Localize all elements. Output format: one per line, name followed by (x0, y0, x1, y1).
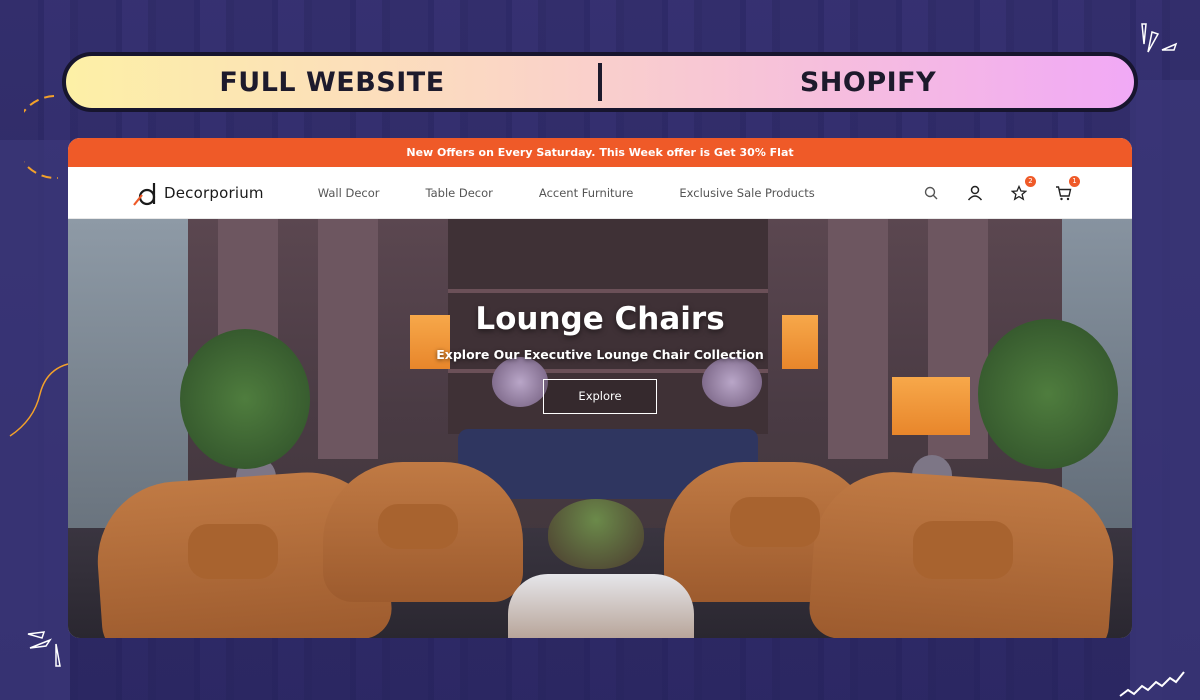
banner-left-label: FULL WEBSITE (219, 66, 445, 98)
website-preview: New Offers on Every Saturday. This Week … (68, 138, 1132, 638)
hero-subtitle: Explore Our Executive Lounge Chair Colle… (436, 347, 764, 362)
hero-banner: Lounge Chairs Explore Our Executive Loun… (68, 219, 1132, 638)
star-icon (1011, 185, 1027, 201)
coffee-table (508, 574, 694, 638)
offer-announcement-bar[interactable]: New Offers on Every Saturday. This Week … (68, 138, 1132, 167)
banner-right-label: SHOPIFY (799, 66, 937, 98)
header-navbar: Decorporium Wall Decor Table Decor Accen… (68, 167, 1132, 219)
curve-line-icon (9, 363, 69, 437)
search-icon (924, 186, 938, 200)
dashed-arc-icon (24, 95, 59, 180)
background-building (1130, 80, 1200, 700)
plant-bowl (548, 499, 644, 569)
explore-button[interactable]: Explore (543, 379, 657, 414)
nav-item-accent-furniture[interactable]: Accent Furniture (539, 186, 633, 200)
brand-logo[interactable]: Decorporium (132, 179, 264, 207)
brand-name: Decorporium (164, 183, 264, 202)
cart-count-badge: 1 (1069, 176, 1080, 187)
cart-button[interactable]: 1 (1054, 176, 1080, 202)
search-button[interactable] (922, 184, 940, 202)
wishlist-button[interactable]: 2 (1010, 176, 1036, 202)
sparkle-icon (27, 631, 61, 667)
chair-cushion (378, 504, 458, 549)
wishlist-count-badge: 2 (1025, 176, 1036, 187)
nav-item-table-decor[interactable]: Table Decor (425, 186, 492, 200)
zigzag-icon (1119, 671, 1185, 697)
cart-icon (1055, 186, 1071, 201)
header-icons: 2 1 (896, 167, 1080, 219)
title-banner: FULL WEBSITE SHOPIFY (62, 52, 1138, 112)
logo-icon (133, 182, 156, 206)
chair-cushion (730, 497, 820, 547)
account-button[interactable] (966, 184, 984, 202)
hero-content: Lounge Chairs Explore Our Executive Loun… (68, 301, 1132, 414)
main-navigation: Wall Decor Table Decor Accent Furniture … (318, 186, 861, 200)
nav-item-exclusive-sale[interactable]: Exclusive Sale Products (679, 186, 814, 200)
chair-cushion (188, 524, 278, 579)
sparkle-icon (1141, 23, 1178, 53)
shelf-line (448, 289, 768, 293)
chair-cushion (913, 521, 1013, 579)
hero-title: Lounge Chairs (475, 301, 725, 337)
user-icon (967, 185, 983, 201)
nav-item-wall-decor[interactable]: Wall Decor (318, 186, 380, 200)
